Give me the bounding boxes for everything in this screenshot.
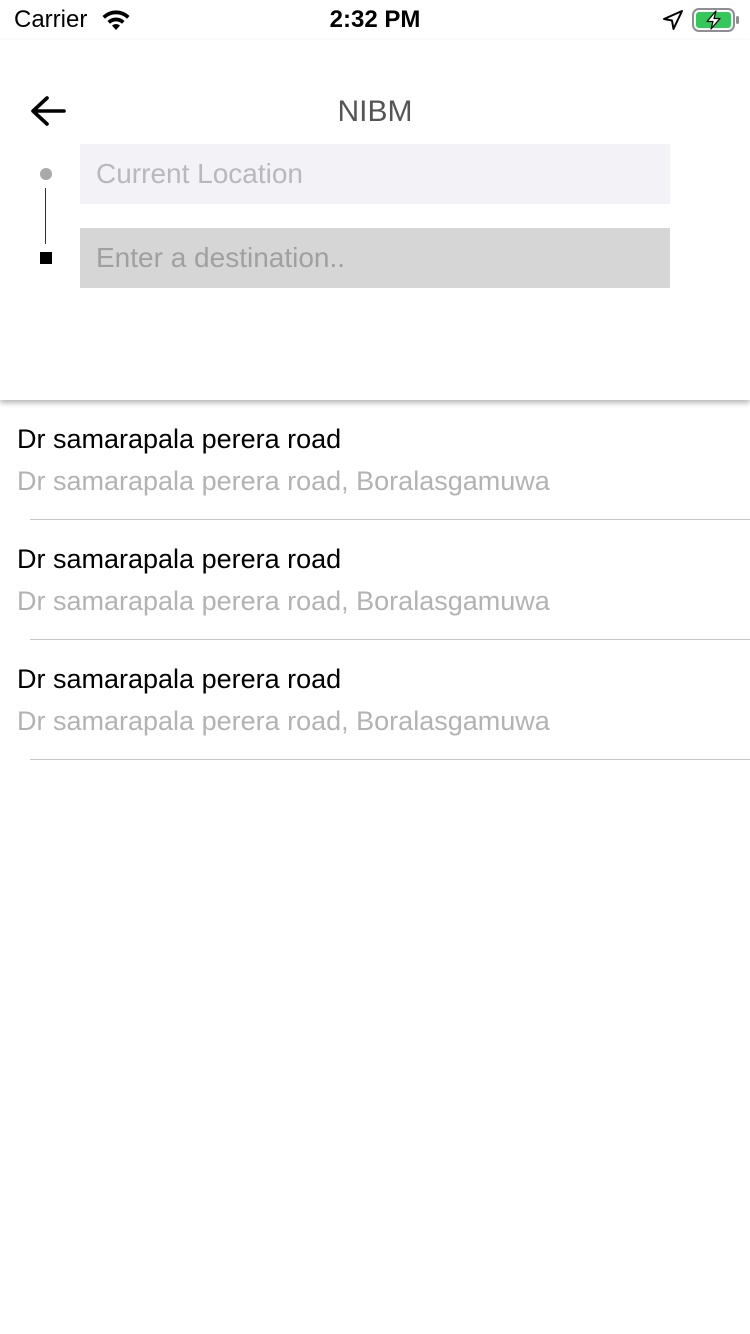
divider	[30, 759, 750, 760]
list-item[interactable]: Dr samarapala perera road Dr samarapala …	[0, 520, 750, 640]
route-header: NIBM	[0, 40, 750, 400]
location-arrow-icon	[663, 10, 683, 30]
status-bar: Carrier 2:32 PM	[0, 0, 750, 40]
result-subtitle: Dr samarapala perera road, Boralasgamuwa	[17, 466, 550, 496]
result-title: Dr samarapala perera road	[17, 424, 342, 454]
result-subtitle: Dr samarapala perera road, Boralasgamuwa	[17, 586, 550, 616]
route-connector-line	[45, 188, 46, 244]
result-title: Dr samarapala perera road	[17, 664, 342, 694]
battery-charging-icon	[692, 8, 739, 32]
result-title: Dr samarapala perera road	[17, 544, 342, 574]
page-title: NIBM	[337, 95, 413, 128]
search-results-list: Dr samarapala perera road Dr samarapala …	[0, 400, 750, 760]
result-subtitle: Dr samarapala perera road, Boralasgamuwa	[17, 706, 550, 736]
status-time: 2:32 PM	[329, 6, 421, 33]
destination-input[interactable]	[80, 228, 670, 288]
list-item[interactable]: Dr samarapala perera road Dr samarapala …	[0, 400, 750, 520]
origin-input[interactable]	[80, 144, 670, 204]
list-item[interactable]: Dr samarapala perera road Dr samarapala …	[0, 640, 750, 760]
destination-square-icon	[40, 252, 52, 264]
origin-dot-icon	[40, 168, 52, 180]
